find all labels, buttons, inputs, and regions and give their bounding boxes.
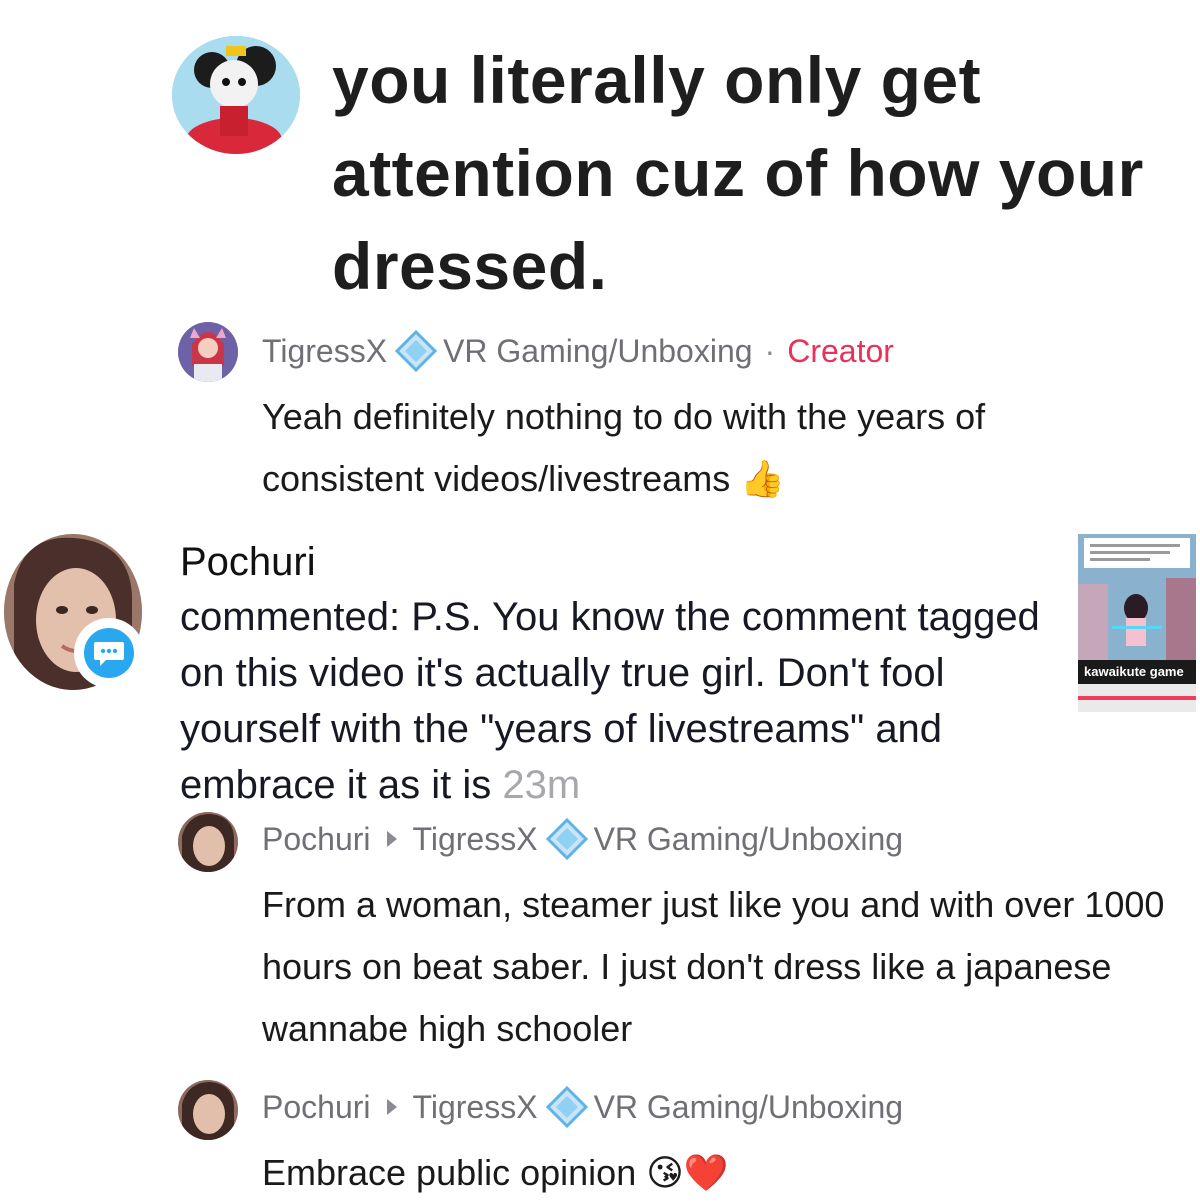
creator-reply-text: Yeah definitely nothing to do with the y… <box>262 396 986 499</box>
video-caption: kawaikute game <box>1078 660 1196 684</box>
meta-separator: · <box>764 332 776 369</box>
quoted-commenter-avatar[interactable] <box>172 36 300 154</box>
reply-avatar[interactable] <box>178 1080 238 1140</box>
reply-to-subtitle: VR Gaming/Unboxing <box>593 820 904 857</box>
reply-to-username[interactable]: TigressX <box>413 1089 538 1126</box>
kiss-heart-emoji: 😘❤️ <box>646 1152 729 1193</box>
diamond-badge-icon <box>545 817 588 861</box>
chat-bubble-icon <box>74 618 144 688</box>
notification-timestamp: 23m <box>502 763 581 807</box>
creator-username[interactable]: TigressX <box>262 333 387 370</box>
creator-reply-body: Yeah definitely nothing to do with the y… <box>262 386 1142 510</box>
creator-subtitle: VR Gaming/Unboxing <box>443 332 753 369</box>
diamond-badge-icon <box>394 329 438 373</box>
diamond-badge-icon <box>545 1085 588 1129</box>
reply-from-username[interactable]: Pochuri <box>262 821 371 858</box>
reply-to-username[interactable]: TigressX <box>413 821 538 858</box>
thumbs-up-emoji: 👍 <box>740 458 786 499</box>
reply-arrow-icon <box>386 831 397 847</box>
video-progress <box>1078 684 1196 712</box>
reply-text: From a woman, steamer just like you and … <box>262 884 1165 1049</box>
reply-meta-row: Pochuri TigressX VR Gaming/Unboxing <box>262 1085 904 1129</box>
notification-text: commented: P.S. You know the comment tag… <box>180 595 1040 807</box>
creator-avatar[interactable] <box>178 322 238 382</box>
creator-tag: Creator <box>787 332 894 369</box>
video-thumbnail[interactable]: kawaikute game <box>1078 534 1196 712</box>
reply-meta-row: Pochuri TigressX VR Gaming/Unboxing <box>262 817 904 861</box>
quoted-comment-text: you literally only get attention cuz of … <box>332 43 1144 303</box>
notification-body: commented: P.S. You know the comment tag… <box>180 589 1040 813</box>
reply-body: Embrace public opinion 😘❤️ <box>262 1142 1162 1204</box>
notification-username[interactable]: Pochuri <box>180 540 316 585</box>
creator-meta-row: TigressX VR Gaming/Unboxing · Creator <box>262 329 894 373</box>
reply-avatar[interactable] <box>178 812 238 872</box>
reply-text: Embrace public opinion <box>262 1152 637 1193</box>
reply-to-subtitle: VR Gaming/Unboxing <box>593 1088 904 1125</box>
reply-from-username[interactable]: Pochuri <box>262 1089 371 1126</box>
reply-arrow-icon <box>386 1099 397 1115</box>
